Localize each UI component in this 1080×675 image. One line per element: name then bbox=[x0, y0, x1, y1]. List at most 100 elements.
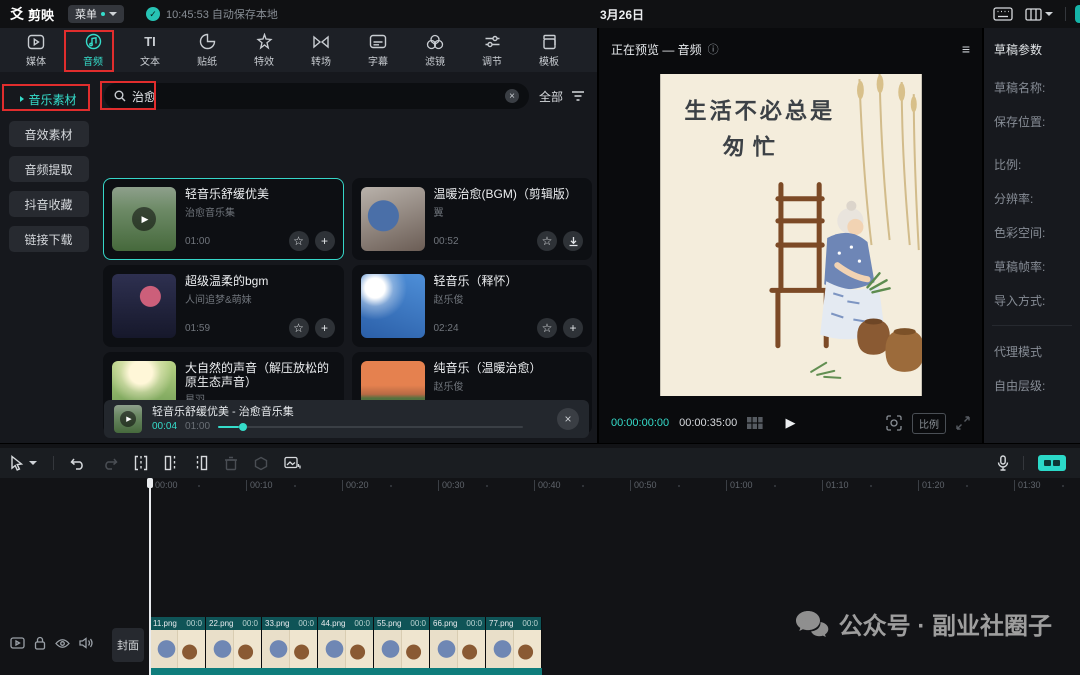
favorite-star-icon[interactable]: ☆ bbox=[537, 318, 557, 338]
favorite-star-icon[interactable]: ☆ bbox=[289, 231, 309, 251]
search-row: 治愈 × 全部 bbox=[104, 83, 589, 109]
download-icon[interactable] bbox=[563, 231, 583, 251]
music-artist: 人间追梦&萌妹 bbox=[185, 291, 335, 306]
hide-track-eye-icon[interactable] bbox=[55, 638, 70, 649]
music-card[interactable]: 超级温柔的bgm 人间追梦&萌妹 01:59 ☆ + bbox=[103, 265, 344, 347]
sidebar-item-douyin-favorites[interactable]: 抖音收藏 bbox=[9, 191, 89, 217]
select-tool-icon[interactable] bbox=[10, 455, 37, 471]
add-to-track-icon[interactable]: + bbox=[563, 318, 583, 338]
caption-icon bbox=[369, 33, 387, 51]
trim-right-icon[interactable] bbox=[194, 455, 208, 471]
mask-icon[interactable] bbox=[254, 456, 268, 471]
ruler-tick: 01:00 bbox=[726, 480, 753, 491]
add-to-track-icon[interactable]: + bbox=[315, 318, 335, 338]
track-controls bbox=[10, 636, 93, 650]
audio-track-strip[interactable] bbox=[150, 668, 542, 675]
fullscreen-icon[interactable] bbox=[956, 416, 970, 430]
track-monitor-icon[interactable] bbox=[10, 637, 25, 649]
play-icon[interactable]: ▶ bbox=[132, 207, 156, 231]
music-thumbnail[interactable] bbox=[361, 187, 425, 251]
timeline-clip[interactable]: 77.png 00:0 bbox=[486, 617, 542, 668]
transition-icon bbox=[312, 33, 330, 51]
search-input[interactable]: 治愈 × bbox=[104, 83, 529, 109]
filter-icon bbox=[426, 33, 444, 51]
draft-params-panel: 草稿参数 草稿名称: 保存位置: 比例: 分辨率: 色彩空间: 草稿帧率: 导入… bbox=[984, 28, 1080, 443]
clip-duration: 00:0 bbox=[522, 619, 538, 628]
favorite-star-icon[interactable]: ☆ bbox=[289, 318, 309, 338]
timeline-clip[interactable]: 55.png 00:0 bbox=[374, 617, 430, 668]
preview-menu-icon[interactable]: ≡ bbox=[962, 41, 970, 57]
draft-field-colorspace: 色彩空间: bbox=[984, 224, 1080, 241]
preview-canvas: 生活不必总是 匆忙 bbox=[599, 68, 982, 401]
add-to-track-icon[interactable]: + bbox=[315, 231, 335, 251]
record-voiceover-mic-icon[interactable] bbox=[997, 455, 1009, 471]
music-thumbnail[interactable] bbox=[112, 274, 176, 338]
menu-button[interactable]: 菜单 bbox=[68, 5, 124, 23]
music-thumbnail[interactable]: ▶ bbox=[112, 187, 176, 251]
music-card[interactable]: 轻音乐（释怀） 赵乐俊 02:24 ☆ + bbox=[352, 265, 593, 347]
tab-filter[interactable]: 滤镜 bbox=[411, 30, 459, 70]
tab-effects[interactable]: 特效 bbox=[240, 30, 288, 70]
timeline-clip[interactable]: 33.png 00:0 bbox=[262, 617, 318, 668]
timeline-ruler[interactable]: 00:00 00:10 00:20 00:30 00:40 00:50 01:0… bbox=[0, 478, 1080, 493]
play-icon[interactable]: ▶ bbox=[120, 411, 136, 427]
music-card[interactable]: ▶ 轻音乐舒缓优美 治愈音乐集 01:00 ☆ + bbox=[103, 178, 344, 260]
filter-all-label[interactable]: 全部 bbox=[539, 88, 563, 105]
clip-duration: 00:0 bbox=[186, 619, 202, 628]
preview-axis-toggle[interactable] bbox=[1038, 455, 1066, 471]
snapshot-focus-icon[interactable] bbox=[886, 415, 902, 431]
tab-template[interactable]: 模板 bbox=[525, 30, 573, 70]
timeline-clip[interactable]: 22.png 00:0 bbox=[206, 617, 262, 668]
annotation-box-search-query bbox=[100, 81, 156, 110]
filter-icon[interactable] bbox=[571, 90, 585, 102]
clip-duration: 00:0 bbox=[410, 619, 426, 628]
app-name: 剪映 bbox=[28, 5, 54, 24]
draft-field-name: 草稿名称: bbox=[984, 79, 1080, 96]
close-player-icon[interactable]: × bbox=[557, 408, 579, 430]
music-card-grid: ▶ 轻音乐舒缓优美 治愈音乐集 01:00 ☆ + bbox=[103, 178, 592, 434]
export-button-edge[interactable] bbox=[1075, 5, 1080, 23]
cover-button[interactable]: 封面 bbox=[112, 628, 144, 662]
delete-clip-icon[interactable] bbox=[224, 456, 238, 471]
favorite-star-icon[interactable]: ☆ bbox=[537, 231, 557, 251]
playhead[interactable] bbox=[149, 478, 151, 675]
topbar: 爻 剪映 菜单 ✓ 10:45:53 自动保存本地 3月26日 bbox=[0, 0, 1080, 28]
tab-sticker[interactable]: 贴纸 bbox=[183, 30, 231, 70]
mute-track-speaker-icon[interactable] bbox=[79, 637, 93, 649]
divider bbox=[1065, 7, 1066, 21]
timeline-clip[interactable]: 11.png 00:0 bbox=[150, 617, 206, 668]
sidebar-item-link-download[interactable]: 链接下载 bbox=[9, 226, 89, 252]
freeze-frame-icon[interactable] bbox=[284, 456, 301, 471]
shortcuts-keyboard-icon[interactable] bbox=[993, 7, 1013, 21]
split-clip-icon[interactable] bbox=[134, 455, 148, 471]
layout-panels-icon[interactable] bbox=[1025, 8, 1053, 21]
tab-label: 特效 bbox=[254, 53, 274, 68]
clear-search-icon[interactable]: × bbox=[505, 89, 519, 103]
undo-icon[interactable] bbox=[70, 456, 86, 470]
trim-left-icon[interactable] bbox=[164, 455, 178, 471]
tab-transition[interactable]: 转场 bbox=[297, 30, 345, 70]
preview-play-button[interactable]: ▶ bbox=[786, 415, 796, 431]
tab-text[interactable]: TI 文本 bbox=[126, 30, 174, 70]
player-progress-bar[interactable] bbox=[218, 426, 523, 428]
aspect-ratio-button[interactable]: 比例 bbox=[912, 413, 946, 434]
music-thumbnail[interactable] bbox=[361, 274, 425, 338]
artwork-text-line2: 匆忙 bbox=[721, 134, 782, 160]
music-card[interactable]: 温暖治愈(BGM)（剪辑版） 翼 00:52 ☆ bbox=[352, 178, 593, 260]
project-title: 3月26日 bbox=[600, 0, 644, 28]
lock-track-icon[interactable] bbox=[34, 636, 46, 650]
tab-caption[interactable]: 字幕 bbox=[354, 30, 402, 70]
sidebar-item-sound-effects[interactable]: 音效素材 bbox=[9, 121, 89, 147]
timeline-clip[interactable]: 44.png 00:0 bbox=[318, 617, 374, 668]
tab-media[interactable]: 媒体 bbox=[12, 30, 60, 70]
clip-filename: 55.png bbox=[377, 619, 401, 628]
frames-grid-icon[interactable] bbox=[747, 417, 763, 429]
timeline-clip[interactable]: 66.png 00:0 bbox=[430, 617, 486, 668]
sidebar-item-audio-extract[interactable]: 音频提取 bbox=[9, 156, 89, 182]
clip-filename: 44.png bbox=[321, 619, 345, 628]
info-icon[interactable]: ⓘ bbox=[708, 41, 719, 57]
filter-cluster: 全部 bbox=[539, 88, 589, 105]
progress-handle[interactable] bbox=[239, 423, 247, 431]
redo-icon[interactable] bbox=[102, 456, 118, 470]
tab-adjust[interactable]: 调节 bbox=[468, 30, 516, 70]
